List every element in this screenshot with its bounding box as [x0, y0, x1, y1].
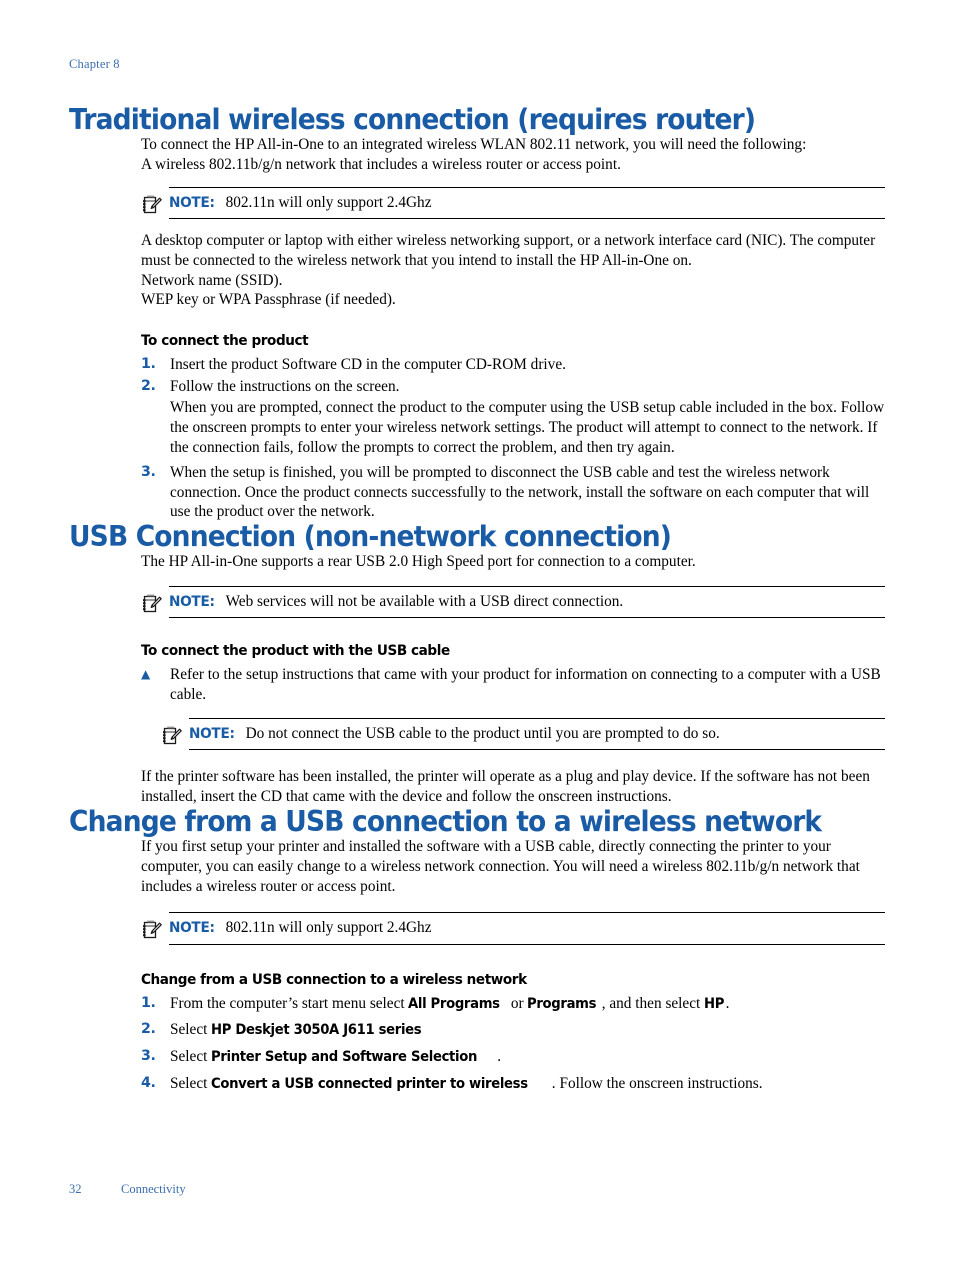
note-text: 802.11n will only support 2.4Ghz: [225, 193, 432, 211]
section-3-procedure: Change from a USB connection to a wirele…: [141, 971, 885, 1095]
note-text: 802.11n will only support 2.4Ghz: [225, 919, 432, 937]
ui-term-hp-deskjet-series: HP Deskjet 3050A J611 series: [211, 1022, 422, 1039]
ui-term-convert-usb-printer-to-wireless: Convert a USB connected printer to wirel…: [211, 1076, 528, 1093]
page-footer: 32 Connectivity: [69, 1182, 186, 1197]
note-box-2-4ghz-2: NOTE: 802.11n will only support 2.4Ghz: [141, 912, 885, 945]
step-text-post: . Follow the onscreen instructions.: [551, 1075, 763, 1093]
procedure-steps-list-2: ▲ Refer to the setup instructions that c…: [141, 665, 885, 705]
footer-page-number: 32: [69, 1182, 82, 1196]
note-rule-block: NOTE: Do not connect the USB cable to the…: [189, 717, 885, 751]
note-clipboard-pencil-icon: [161, 725, 183, 747]
note-line: NOTE: Do not connect the USB cable to the…: [189, 724, 885, 743]
section-1-intro: To connect the HP All-in-One to an integ…: [141, 135, 807, 153]
step-text: Follow the instructions on the screen.: [170, 378, 400, 396]
procedure-steps-list-1: 1. Insert the product Software CD in the…: [141, 355, 885, 522]
note-clipboard-pencil-icon: [141, 194, 163, 216]
note-text: Web services will not be available with …: [225, 593, 624, 611]
procedure-heading-usb-cable: To connect the product with the USB cabl…: [141, 642, 450, 660]
section-3-body: If you first setup your printer and inst…: [141, 837, 885, 897]
step-text-mid1: or: [507, 994, 528, 1012]
step-marker: 3.: [141, 463, 156, 480]
note-box-do-not-connect: NOTE: Do not connect the USB cable to the…: [161, 717, 885, 751]
note-box-2-4ghz-1: NOTE: 802.11n will only support 2.4Ghz: [141, 186, 885, 219]
step-marker: 1.: [141, 356, 156, 373]
footer-section-name: Connectivity: [121, 1182, 186, 1196]
step-marker: 1.: [141, 994, 156, 1011]
list-item: ▲ Refer to the setup instructions that c…: [141, 665, 885, 705]
list-item: 2. Select HP Deskjet 3050A J611 series: [141, 1020, 885, 1040]
note-label: NOTE:: [169, 920, 215, 937]
note-rule-block: NOTE: 802.11n will only support 2.4Ghz: [169, 186, 885, 219]
ui-term-programs: Programs: [527, 995, 597, 1012]
note-label: NOTE:: [169, 194, 215, 211]
ui-term-hp: HP: [704, 995, 725, 1012]
step-text-pre: Select: [170, 1021, 212, 1039]
section-heading-traditional-wireless: Traditional wireless connection (require…: [69, 103, 756, 136]
note-line: NOTE: Web services will not be available …: [169, 592, 885, 611]
section-1-procedure: To connect the product 1. Insert the pro…: [141, 332, 885, 522]
section-1-body: To connect the HP All-in-One to an integ…: [141, 135, 885, 175]
step-marker: 4.: [141, 1075, 156, 1092]
note-rule-block: NOTE: 802.11n will only support 2.4Ghz: [169, 912, 885, 945]
step-text: Select Printer Setup and Software Select…: [170, 1047, 885, 1067]
note-box-web-services: NOTE: Web services will not be available …: [141, 586, 885, 619]
note-clipboard-pencil-icon: [141, 593, 163, 615]
step-marker: 2.: [141, 1021, 156, 1038]
step-text-pre: From the computer’s start menu select: [170, 994, 409, 1012]
section-2-closing-paragraph: If the printer software has been install…: [141, 768, 870, 805]
step-text-post: .: [725, 994, 730, 1012]
document-page: Chapter 8 Traditional wireless connectio…: [0, 0, 954, 1270]
section-1-paragraph-1: Network name (SSID).: [141, 271, 283, 289]
section-1-requirements-list: A desktop computer or laptop with either…: [141, 231, 885, 311]
section-1-paragraph-2: WEP key or WPA Passphrase (if needed).: [141, 291, 396, 309]
step-subtext: When you are prompted, connect the produ…: [170, 399, 885, 456]
list-item: 1. From the computer’s start menu select…: [141, 994, 885, 1014]
note-line: NOTE: 802.11n will only support 2.4Ghz: [169, 193, 885, 212]
section-2-intro: The HP All-in-One supports a rear USB 2.…: [141, 553, 696, 571]
section-2-closing: If the printer software has been install…: [141, 767, 885, 807]
note-label: NOTE:: [189, 725, 235, 742]
step-marker: 2.: [141, 378, 156, 395]
step-text: Select Convert a USB connected printer t…: [170, 1074, 885, 1094]
procedure-heading-change-usb-to-wireless: Change from a USB connection to a wirele…: [141, 970, 527, 988]
step-text: Refer to the setup instructions that cam…: [170, 666, 881, 704]
note-label: NOTE:: [169, 594, 215, 611]
section-1-requirement: A wireless 802.11b/g/n network that incl…: [141, 155, 621, 173]
step-text: From the computer’s start menu select Al…: [170, 994, 885, 1014]
note-rule-block: NOTE: Web services will not be available …: [169, 586, 885, 619]
list-item: 3. When the setup is finished, you will …: [141, 463, 885, 523]
step-text-mid2: , and then select: [601, 994, 705, 1012]
step-marker: 3.: [141, 1048, 156, 1065]
ui-term-printer-setup-software-selection: Printer Setup and Software Selection: [211, 1049, 478, 1066]
note-line: NOTE: 802.11n will only support 2.4Ghz: [169, 918, 885, 937]
note-text: Do not connect the USB cable to the prod…: [245, 724, 720, 742]
triangle-bullet-icon: ▲: [141, 667, 150, 682]
section-heading-change-usb-to-wireless: Change from a USB connection to a wirele…: [69, 804, 822, 838]
list-item: 4. Select Convert a USB connected printe…: [141, 1074, 885, 1094]
section-2-procedure: To connect the product with the USB cabl…: [141, 642, 885, 705]
ui-term-all-programs: All Programs: [408, 995, 501, 1012]
section-heading-usb-connection: USB Connection (non-network connection): [69, 520, 672, 554]
step-text-post: .: [497, 1048, 502, 1066]
procedure-heading-to-connect-product: To connect the product: [141, 332, 309, 350]
chapter-running-head: Chapter 8: [69, 57, 120, 71]
section-1-paragraph-0: A desktop computer or laptop with either…: [141, 231, 876, 269]
step-text: Select HP Deskjet 3050A J611 series: [170, 1020, 885, 1040]
list-item: 1. Insert the product Software CD in the…: [141, 355, 885, 375]
note-clipboard-pencil-icon: [141, 919, 163, 941]
page-content: Traditional wireless connection (require…: [69, 105, 885, 1094]
list-item: 3. Select Printer Setup and Software Sel…: [141, 1047, 885, 1067]
step-text: When the setup is finished, you will be …: [170, 463, 870, 521]
list-item: 2. Follow the instructions on the screen…: [141, 377, 885, 458]
step-text: Insert the product Software CD in the co…: [170, 356, 566, 374]
section-3-intro: If you first setup your printer and inst…: [141, 837, 860, 895]
procedure-steps-list-3: 1. From the computer’s start menu select…: [141, 994, 885, 1095]
step-text-pre: Select: [170, 1048, 212, 1066]
step-text-pre: Select: [170, 1075, 212, 1093]
section-2-body: The HP All-in-One supports a rear USB 2.…: [141, 552, 885, 572]
